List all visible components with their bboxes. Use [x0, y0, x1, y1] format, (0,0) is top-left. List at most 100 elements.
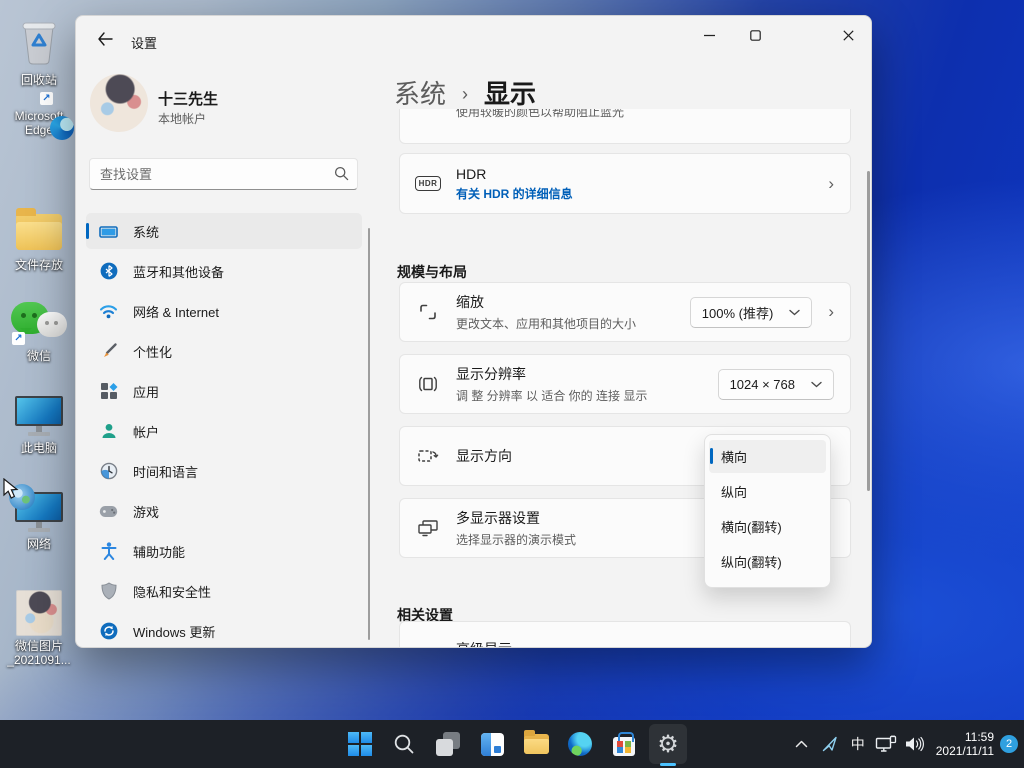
gear-icon: ⚙ [657, 732, 679, 756]
breadcrumb-separator-icon: › [462, 84, 468, 105]
desktop-icon-label: 文件存放 [15, 258, 63, 272]
settings-window: 设置 十三先生 本地帐户 系统 [75, 15, 872, 648]
start-button[interactable] [338, 720, 382, 768]
hdr-card[interactable]: HDR HDR 有关 HDR 的详细信息 › [399, 153, 851, 214]
desktop-icon-label: 微信 [27, 349, 51, 363]
sidebar-item-accessibility[interactable]: 辅助功能 [86, 533, 362, 569]
desktop-icon-recycle-bin[interactable]: 回收站 [0, 19, 78, 87]
tray-date: 2021/11/11 [936, 744, 994, 758]
chevron-right-icon: › [828, 174, 834, 194]
desktop-icon-wechat[interactable]: ↗ 微信 [0, 298, 78, 363]
tray-network-icon[interactable] [872, 720, 900, 768]
desktop-icon-label: 微信图片_2021091... [7, 639, 70, 667]
sidebar-item-apps[interactable]: 应用 [86, 373, 362, 409]
multi-display-title: 多显示器设置 [456, 508, 576, 528]
edge-button[interactable] [558, 720, 602, 768]
wifi-icon [99, 302, 118, 321]
desktop-icon-wechat-image[interactable]: 微信图片_2021091... [0, 590, 78, 667]
scale-card[interactable]: 缩放 更改文本、应用和其他项目的大小 100% (推荐) › [399, 282, 851, 342]
sidebar-item-label: 辅助功能 [133, 542, 185, 561]
person-icon [99, 422, 118, 441]
widgets-button[interactable] [470, 720, 514, 768]
desktop-icon-edge[interactable]: ↗ MicrosoftEdge [0, 106, 78, 137]
scale-icon [416, 302, 440, 322]
system-icon [99, 222, 118, 241]
resolution-subtitle: 调 整 分辨率 以 适合 你的 连接 显示 [456, 387, 647, 404]
option-landscape-flipped[interactable]: 横向(翻转) [709, 510, 826, 543]
desktop-icon-label: 回收站 [21, 73, 57, 87]
maximize-button[interactable] [732, 16, 778, 54]
desktop-wallpaper: 回收站 ↗ MicrosoftEdge 文件存放 ↗ 微信 此电脑 [0, 0, 1024, 768]
tray-time: 11:59 [936, 730, 994, 744]
taskbar-search-button[interactable] [382, 720, 426, 768]
taskbar: ⚙ 中 11:59 2021/11/11 2 [0, 720, 1024, 768]
windows-logo-icon [348, 732, 372, 756]
sidebar-item-bluetooth-devices[interactable]: 蓝牙和其他设备 [86, 253, 362, 289]
sidebar-item-network-internet[interactable]: 网络 & Internet [86, 293, 362, 329]
resolution-dropdown[interactable]: 1024 × 768 [718, 369, 834, 400]
sidebar-item-privacy-security[interactable]: 隐私和安全性 [86, 573, 362, 609]
night-light-card-partial[interactable]: 使用较暖的颜色以帮助阻止蓝光 [399, 109, 851, 144]
desktop-icon-this-pc[interactable]: 此电脑 [0, 396, 78, 455]
sidebar-item-label: 游戏 [133, 502, 159, 521]
tray-chevron-up-icon[interactable] [788, 720, 816, 768]
advanced-display-card-partial[interactable]: 高级显示 [399, 621, 851, 648]
network-icon [15, 492, 63, 534]
sidebar-item-label: 蓝牙和其他设备 [133, 262, 224, 281]
breadcrumb-parent[interactable]: 系统 [394, 74, 446, 111]
resolution-card[interactable]: 显示分辨率 调 整 分辨率 以 适合 你的 连接 显示 1024 × 768 [399, 354, 851, 414]
mouse-cursor [2, 478, 22, 505]
scale-subtitle: 更改文本、应用和其他项目的大小 [456, 315, 636, 332]
close-button[interactable] [825, 16, 871, 54]
content-scrollbar[interactable] [867, 171, 870, 491]
minimize-button[interactable] [686, 16, 732, 54]
sidebar-item-time-language[interactable]: 时间和语言 [86, 453, 362, 489]
tray-volume-icon[interactable] [900, 720, 928, 768]
file-explorer-button[interactable] [514, 720, 558, 768]
store-button[interactable] [602, 720, 646, 768]
tray-ime-indicator[interactable]: 中 [844, 720, 872, 768]
settings-button[interactable]: ⚙ [646, 720, 690, 768]
search-icon [393, 733, 415, 755]
scale-dropdown[interactable]: 100% (推荐) [690, 297, 813, 328]
shield-icon [99, 582, 118, 601]
chevron-down-icon [789, 309, 800, 316]
option-landscape[interactable]: 横向 [709, 440, 826, 473]
sidebar-item-label: 帐户 [133, 422, 159, 441]
sidebar-item-windows-update[interactable]: Windows 更新 [86, 613, 362, 648]
chevron-right-icon: › [828, 302, 834, 322]
notification-badge[interactable]: 2 [1000, 735, 1018, 753]
brush-icon [99, 342, 118, 361]
hdr-icon: HDR [416, 176, 440, 191]
file-explorer-icon [524, 734, 549, 754]
tray-clock[interactable]: 11:59 2021/11/11 [936, 730, 994, 758]
gamepad-icon [99, 502, 118, 521]
back-button[interactable] [88, 24, 122, 54]
sidebar-item-system[interactable]: 系统 [86, 213, 362, 249]
clock-icon [99, 462, 118, 481]
search-input[interactable] [89, 158, 358, 190]
recycle-bin-icon [17, 19, 61, 70]
sidebar-scrollbar[interactable] [368, 228, 370, 640]
window-title: 设置 [131, 33, 157, 52]
desktop-icon-folder[interactable]: 文件存放 [0, 208, 78, 272]
hdr-link[interactable]: 有关 HDR 的详细信息 [456, 185, 573, 202]
sidebar-item-gaming[interactable]: 游戏 [86, 493, 362, 529]
sidebar-nav: 系统 蓝牙和其他设备 网络 & Internet 个性化 [86, 213, 362, 648]
orientation-icon [416, 446, 440, 466]
option-portrait-flipped[interactable]: 纵向(翻转) [709, 545, 826, 578]
bluetooth-icon [99, 262, 118, 281]
sidebar-item-accounts[interactable]: 帐户 [86, 413, 362, 449]
sidebar-item-label: 网络 & Internet [133, 302, 219, 321]
chevron-down-icon [811, 381, 822, 388]
breadcrumb-current: 显示 [484, 74, 536, 111]
resolution-icon [416, 374, 440, 394]
task-view-button[interactable] [426, 720, 470, 768]
tray-stylus-icon[interactable] [816, 720, 844, 768]
sidebar-item-personalization[interactable]: 个性化 [86, 333, 362, 369]
orientation-title: 显示方向 [456, 446, 512, 466]
update-icon [99, 622, 118, 641]
profile-account-type: 本地帐户 [158, 110, 206, 127]
avatar[interactable] [90, 74, 148, 132]
option-portrait[interactable]: 纵向 [709, 475, 826, 508]
